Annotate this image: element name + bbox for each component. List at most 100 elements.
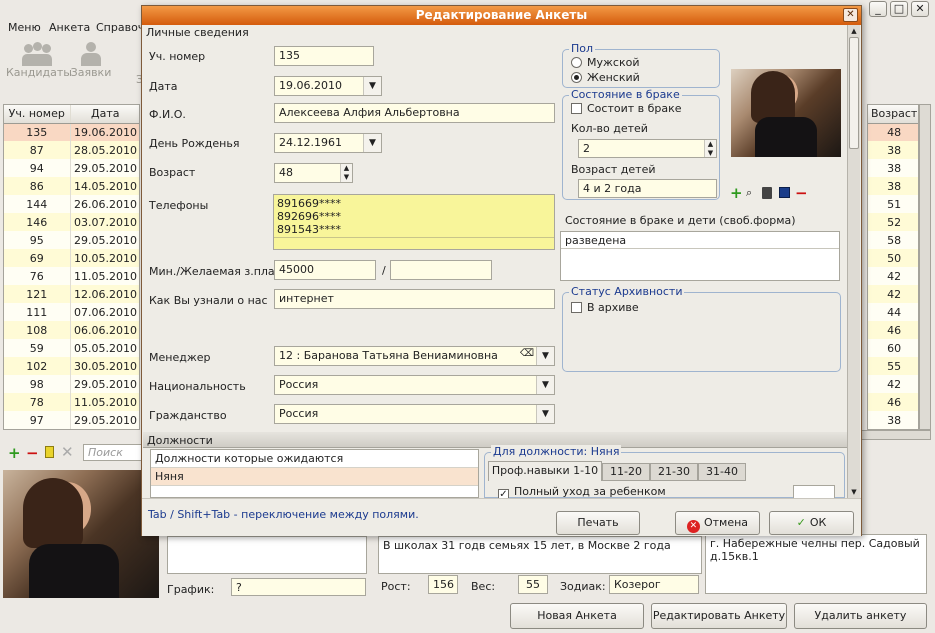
radio-male[interactable]: Мужской: [571, 56, 639, 69]
tab-skills-11-20[interactable]: 11-20: [602, 463, 650, 481]
radio-female[interactable]: Женский: [571, 71, 640, 84]
table-row[interactable]: 98 29.05.2010: [4, 375, 139, 393]
print-button[interactable]: Печать: [556, 511, 640, 535]
table-row[interactable]: 102 30.05.2010: [4, 357, 139, 375]
table-row[interactable]: 50: [868, 249, 918, 267]
close-main-button[interactable]: ✕: [911, 1, 929, 17]
manager-select[interactable]: 12 : Баранова Татьяна Вениаминовна ⌫ ▼: [274, 346, 555, 366]
add-photo-icon[interactable]: +: [730, 184, 743, 202]
save-icon[interactable]: [779, 187, 790, 198]
source-field[interactable]: интернет: [274, 289, 555, 309]
table-row[interactable]: 95 29.05.2010: [4, 231, 139, 249]
citizenship-select[interactable]: Россия ▼: [274, 404, 555, 424]
address-field[interactable]: г. Набережные челны пер. Садовый д.15кв.…: [705, 534, 927, 594]
toolbar-requests[interactable]: Заявки: [68, 42, 114, 86]
dialog-scrollbar[interactable]: ▲ ▼: [847, 25, 860, 498]
table-row[interactable]: 38: [868, 411, 918, 429]
marriage-free-field[interactable]: разведена: [560, 231, 840, 281]
col-header-date[interactable]: Дата: [70, 105, 139, 124]
date-field[interactable]: 19.06.2010 ▼: [274, 76, 382, 96]
chevron-down-icon[interactable]: ▼: [536, 376, 554, 394]
table-row[interactable]: 86 14.05.2010: [4, 177, 139, 195]
children-count-stepper[interactable]: 2 ▲ ▼: [578, 139, 717, 158]
menu-item-anketa[interactable]: Анкета: [49, 21, 90, 34]
experience-field[interactable]: В школах 31 годв семьях 15 лет, в Москве…: [378, 536, 702, 574]
table-row[interactable]: 111 07.06.2010: [4, 303, 139, 321]
table-row[interactable]: 46: [868, 321, 918, 339]
new-anketa-button[interactable]: Новая Анкета: [510, 603, 644, 629]
dialog-close-button[interactable]: ✕: [843, 8, 858, 22]
table-row[interactable]: 121 12.06.2010: [4, 285, 139, 303]
chevron-down-icon[interactable]: ▼: [363, 134, 381, 152]
fio-field[interactable]: Алексеева Алфия Альбертовна: [274, 103, 555, 123]
table-row[interactable]: 135 19.06.2010: [4, 123, 139, 141]
zoom-icon[interactable]: ⌕: [746, 186, 752, 200]
height-field[interactable]: 156: [428, 575, 458, 594]
tab-skills-1-10[interactable]: Проф.навыки 1-10: [488, 461, 602, 481]
salary-max-field[interactable]: [390, 260, 492, 280]
paste-icon[interactable]: [762, 187, 772, 199]
table-row[interactable]: 38: [868, 177, 918, 195]
archive-checkbox[interactable]: В архиве: [571, 301, 639, 314]
children-age-field[interactable]: 4 и 2 года: [578, 179, 717, 198]
menu-item-directory[interactable]: Справоч: [96, 21, 144, 34]
table-row[interactable]: 42: [868, 375, 918, 393]
minimize-button[interactable]: _: [869, 1, 887, 17]
remove-photo-icon[interactable]: −: [795, 184, 808, 202]
table-row[interactable]: 42: [868, 285, 918, 303]
toolbar-candidates[interactable]: Кандидаты: [6, 42, 72, 86]
search-input[interactable]: Поиск: [83, 444, 143, 461]
clear-icon[interactable]: ✕: [61, 443, 74, 461]
table-row[interactable]: 38: [868, 159, 918, 177]
table-row[interactable]: 59 05.05.2010: [4, 339, 139, 357]
tab-skills-31-40[interactable]: 31-40: [698, 463, 746, 481]
clear-field-icon[interactable]: ⌫: [520, 348, 534, 359]
skill-extra-field[interactable]: [793, 485, 835, 499]
remove-icon[interactable]: −: [26, 444, 39, 462]
phones-field[interactable]: 891669**** 892696**** 891543****: [273, 194, 555, 250]
chevron-down-icon[interactable]: ▼: [536, 347, 554, 365]
table-row[interactable]: 94 29.05.2010: [4, 159, 139, 177]
birthday-field[interactable]: 24.12.1961 ▼: [274, 133, 382, 153]
table-row[interactable]: 51: [868, 195, 918, 213]
table-row[interactable]: 97 29.05.2010: [4, 411, 139, 429]
menu-item-menu[interactable]: Меню: [8, 21, 41, 34]
table-row[interactable]: 52: [868, 213, 918, 231]
reg-num-field[interactable]: 135: [274, 46, 374, 66]
table-row[interactable]: 58: [868, 231, 918, 249]
table-row[interactable]: 38: [868, 141, 918, 159]
table-row[interactable]: 60: [868, 339, 918, 357]
horizontal-scrollbar[interactable]: [860, 430, 931, 440]
table-row[interactable]: 44: [868, 303, 918, 321]
table-row[interactable]: 87 28.05.2010: [4, 141, 139, 159]
table-row[interactable]: 48: [868, 123, 918, 141]
col-header-num[interactable]: Уч. номер: [4, 105, 71, 124]
table-row[interactable]: 144 26.06.2010: [4, 195, 139, 213]
edit-icon[interactable]: [45, 446, 54, 458]
table-row[interactable]: 69 10.05.2010: [4, 249, 139, 267]
tab-skills-21-30[interactable]: 21-30: [650, 463, 698, 481]
maximize-button[interactable]: □: [890, 1, 908, 17]
ok-button[interactable]: ✓ ОК: [769, 511, 854, 535]
nationality-select[interactable]: Россия ▼: [274, 375, 555, 395]
position-item[interactable]: Няня: [151, 468, 478, 486]
table-row[interactable]: 76 11.05.2010: [4, 267, 139, 285]
col-header-age[interactable]: Возраст: [868, 105, 918, 124]
table-row[interactable]: 46: [868, 393, 918, 411]
spin-icon[interactable]: ▲ ▼: [704, 140, 716, 157]
chevron-down-icon[interactable]: ▼: [363, 77, 381, 95]
cancel-button[interactable]: ✕ Отмена: [675, 511, 760, 535]
married-checkbox[interactable]: Состоит в браке: [571, 102, 682, 115]
delete-anketa-button[interactable]: Удалить анкету: [794, 603, 927, 629]
table-row[interactable]: 78 11.05.2010: [4, 393, 139, 411]
chevron-down-icon[interactable]: ▼: [536, 405, 554, 423]
age-stepper[interactable]: 48 ▲ ▼: [274, 163, 353, 183]
table-row[interactable]: 42: [868, 267, 918, 285]
dialog-titlebar[interactable]: Редактирование Анкеты ✕: [142, 6, 861, 25]
edit-anketa-button[interactable]: Редактировать Анкету: [651, 603, 787, 629]
schedule-field[interactable]: ?: [231, 578, 366, 596]
table-row[interactable]: 108 06.06.2010: [4, 321, 139, 339]
salary-min-field[interactable]: 45000: [274, 260, 376, 280]
spin-icon[interactable]: ▲ ▼: [340, 164, 352, 182]
add-icon[interactable]: +: [8, 444, 21, 462]
